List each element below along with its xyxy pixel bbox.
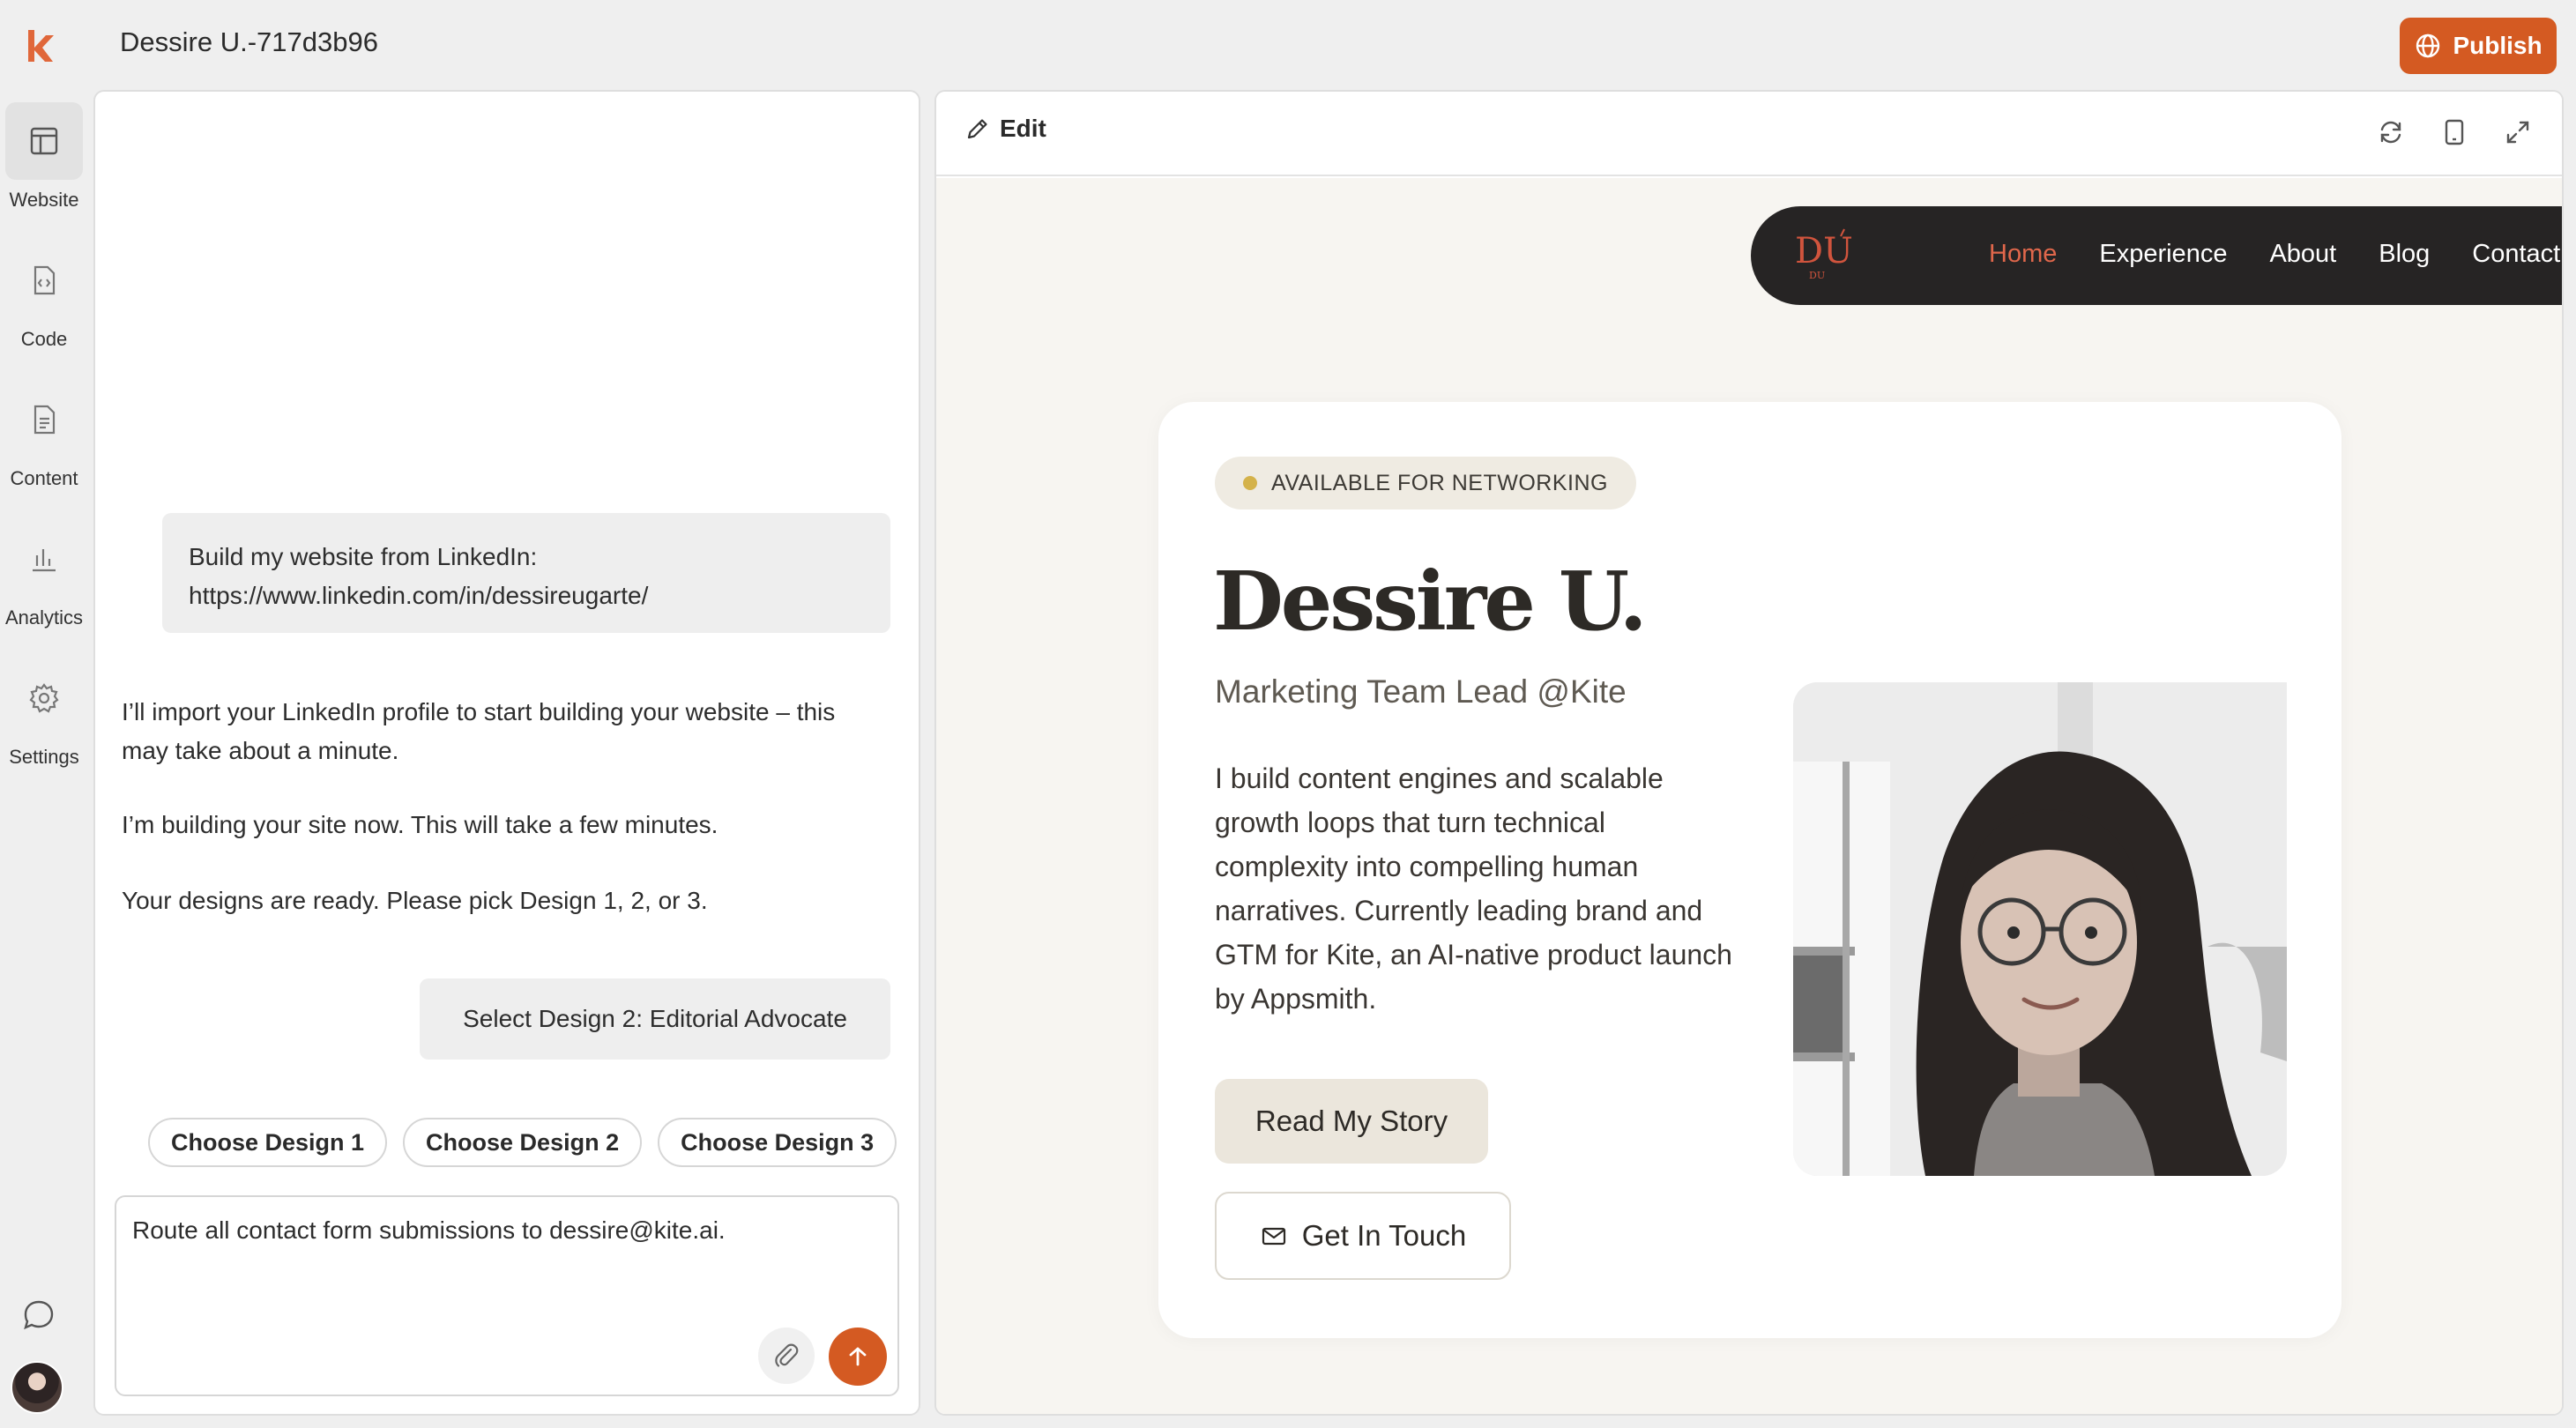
rail-label-code: Code [20,328,68,350]
badge-label: AVAILABLE FOR NETWORKING [1271,470,1608,495]
profile-photo [1793,682,2287,1176]
read-my-story-button[interactable]: Read My Story [1215,1079,1488,1164]
svg-text:DU: DU [1809,270,1825,281]
globe-icon [2416,33,2440,58]
code-file-icon [34,265,56,295]
paperclip-icon [775,1343,799,1367]
user-message: Build my website from LinkedIn: https://… [162,513,890,633]
hero-card: AVAILABLE FOR NETWORKING Dessire U. Mark… [1158,402,2341,1338]
choose-design-3-button[interactable]: Choose Design 3 [658,1118,897,1167]
composer-input[interactable]: Route all contact form submissions to de… [132,1216,726,1245]
site-nav-links: Home Experience About Blog Contact [1989,240,2560,269]
chat-panel: Build my website from LinkedIn: https://… [93,90,920,1416]
nav-blog[interactable]: Blog [2379,240,2430,269]
assistant-message: I’m building your site now. This will ta… [122,811,718,838]
rail-item-content[interactable]: Content [0,381,88,495]
site-nav: DU DU Home Experience About Blog Contact [1751,206,2562,305]
project-title: Dessire U.-717d3b96 [120,26,378,57]
nav-about[interactable]: About [2269,240,2336,269]
assistant-message: Your designs are ready. Please pick Desi… [122,887,708,914]
rail-label-analytics: Analytics [4,606,84,628]
preview-toolbar: Edit [936,92,2562,176]
rail-item-settings[interactable]: Settings [0,659,88,774]
nav-experience[interactable]: Experience [2099,240,2227,269]
hero-role: Marketing Team Lead @Kite [1215,673,1627,710]
site-logo[interactable]: DU DU [1791,224,1853,286]
status-dot [1243,476,1257,490]
message-composer[interactable]: Route all contact form submissions to de… [115,1195,899,1396]
gear-icon [29,683,59,713]
hero-bio: I build content engines and scalable gro… [1215,762,1732,1015]
top-bar: Dessire U.-717d3b96 Publish [0,0,2576,88]
rail-item-analytics[interactable]: Analytics [0,520,88,635]
preview-panel: Edit DU DU Home Experience About Blog Co… [934,90,2564,1416]
design-choice-chips: Choose Design 1 Choose Design 2 Choose D… [148,1118,897,1167]
availability-badge: AVAILABLE FOR NETWORKING [1215,457,1636,509]
rail-label-content: Content [10,467,78,489]
nav-home[interactable]: Home [1989,240,2057,269]
mail-icon [1262,1227,1285,1246]
hero-name: Dessire U. [1213,554,1648,649]
expand-button[interactable] [2500,115,2535,150]
edit-button[interactable]: Edit [964,115,1046,143]
document-icon [34,405,56,435]
svg-text:DU: DU [1795,231,1853,271]
rail-label-website: Website [9,189,79,211]
tablet-icon [2445,119,2464,145]
layout-icon [30,127,58,155]
pencil-icon [967,119,987,139]
get-in-touch-button[interactable]: Get In Touch [1215,1192,1511,1280]
kite-logo[interactable] [23,26,58,63]
avatar[interactable] [11,1361,63,1414]
refresh-icon [2380,121,2401,144]
attach-button[interactable] [758,1328,815,1384]
expand-icon [2506,121,2529,144]
rail-label-settings: Settings [9,746,79,768]
bar-chart-icon [33,549,56,572]
rail-item-code[interactable]: Code [0,242,88,356]
website-preview: DU DU Home Experience About Blog Contact… [936,178,2562,1414]
assistant-message: I’ll import your LinkedIn profile to sta… [122,698,836,764]
nav-contact[interactable]: Contact [2472,240,2560,269]
get-in-touch-label: Get In Touch [1301,1219,1467,1252]
send-button[interactable] [829,1328,887,1386]
left-rail: Website Code Content Analytics Settings [0,88,88,1428]
edit-label: Edit [1000,115,1046,142]
choose-design-1-button[interactable]: Choose Design 1 [148,1118,388,1167]
arrow-up-icon [849,1347,867,1366]
user-message: Select Design 2: Editorial Advocate [420,978,890,1060]
chat-icon[interactable] [19,1296,58,1335]
rail-item-website[interactable]: Website [0,102,88,217]
device-toggle-button[interactable] [2437,115,2472,150]
choose-design-2-button[interactable]: Choose Design 2 [403,1118,643,1167]
publish-label: Publish [2453,32,2542,59]
publish-button[interactable]: Publish [2400,18,2557,74]
refresh-button[interactable] [2373,115,2408,150]
